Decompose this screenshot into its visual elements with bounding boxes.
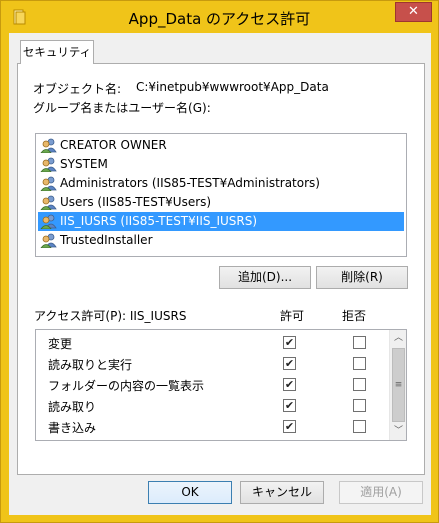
allow-checkbox[interactable]: ✔ bbox=[283, 357, 296, 370]
allow-checkbox[interactable]: ✔ bbox=[283, 420, 296, 433]
allow-checkbox[interactable]: ✔ bbox=[283, 399, 296, 412]
principal-item[interactable]: Administrators (IIS85-TEST¥Administrator… bbox=[38, 174, 404, 193]
principal-name: CREATOR OWNER bbox=[60, 138, 167, 152]
close-icon: ✕ bbox=[408, 4, 419, 19]
allow-column-header: 許可 bbox=[280, 309, 305, 323]
principal-item[interactable]: Users (IIS85-TEST¥Users) bbox=[38, 193, 404, 212]
remove-button[interactable]: 削除(R) bbox=[316, 266, 408, 289]
principal-list[interactable]: CREATOR OWNER SYSTEM Administrators (IIS85… bbox=[35, 133, 407, 257]
permission-name: 読み取りと実行 bbox=[48, 358, 133, 372]
permission-row: 読み取り ✔ bbox=[36, 395, 388, 416]
scroll-thumb[interactable]: ≡ bbox=[392, 348, 405, 422]
principal-item[interactable]: IIS_IUSRS (IIS85-TEST¥IIS_IUSRS) bbox=[38, 212, 404, 231]
permission-name: フォルダーの内容の一覧表示 bbox=[48, 379, 205, 393]
permission-row: 変更 ✔ bbox=[36, 332, 388, 353]
user-group-icon bbox=[40, 157, 58, 173]
user-group-icon bbox=[40, 195, 58, 211]
tab-security[interactable]: セキュリティ bbox=[20, 40, 94, 64]
permission-name: 書き込み bbox=[48, 421, 97, 435]
deny-checkbox[interactable] bbox=[353, 378, 366, 391]
deny-checkbox[interactable] bbox=[353, 420, 366, 433]
deny-checkbox[interactable] bbox=[353, 399, 366, 412]
principal-item[interactable]: CREATOR OWNER bbox=[38, 136, 404, 155]
deny-column-header: 拒否 bbox=[342, 309, 367, 323]
allow-checkbox[interactable]: ✔ bbox=[283, 336, 296, 349]
object-name-value: C:¥inetpub¥wwwroot¥App_Data bbox=[136, 80, 329, 94]
permission-scrollbar[interactable]: ︿ ≡ ﹀ bbox=[389, 330, 406, 440]
cancel-button[interactable]: キャンセル bbox=[240, 481, 324, 504]
principal-item[interactable]: TrustedInstaller bbox=[38, 231, 404, 250]
deny-checkbox[interactable] bbox=[353, 336, 366, 349]
permission-list: ︿ ≡ ﹀ 変更 ✔ 読み取りと実行 ✔ フォルダーの内容の一覧表示 ✔ 読み取り ✔ 書き込み… bbox=[35, 329, 407, 441]
dialog-body: セキュリティ オブジェクト名: C:¥inetpub¥wwwroot¥App_D… bbox=[9, 33, 431, 515]
permission-name: 読み取り bbox=[48, 400, 97, 414]
ok-button[interactable]: OK bbox=[148, 481, 232, 504]
group-or-user-label: グループ名またはユーザー名(G): bbox=[33, 101, 211, 115]
deny-checkbox[interactable] bbox=[353, 357, 366, 370]
scroll-down-icon[interactable]: ﹀ bbox=[390, 423, 407, 440]
scroll-up-icon[interactable]: ︿ bbox=[390, 330, 407, 347]
window-title: App_Data のアクセス許可 bbox=[128, 10, 311, 28]
permission-row: フォルダーの内容の一覧表示 ✔ bbox=[36, 374, 388, 395]
user-group-icon bbox=[40, 138, 58, 154]
close-button[interactable]: ✕ bbox=[395, 2, 432, 22]
principal-name: Users (IIS85-TEST¥Users) bbox=[60, 195, 212, 209]
add-button[interactable]: 追加(D)... bbox=[219, 266, 311, 289]
principal-name: Administrators (IIS85-TEST¥Administrator… bbox=[60, 176, 320, 190]
permission-row: 読み取りと実行 ✔ bbox=[36, 353, 388, 374]
allow-checkbox[interactable]: ✔ bbox=[283, 378, 296, 391]
user-group-icon bbox=[40, 214, 58, 230]
principal-item[interactable]: SYSTEM bbox=[38, 155, 404, 174]
user-group-icon bbox=[40, 233, 58, 249]
principal-name: SYSTEM bbox=[60, 157, 108, 171]
object-name-label: オブジェクト名: bbox=[33, 82, 122, 96]
apply-button[interactable]: 適用(A) bbox=[339, 481, 423, 504]
permissions-label: アクセス許可(P): IIS_IUSRS bbox=[34, 309, 187, 323]
permission-row: 書き込み ✔ bbox=[36, 416, 388, 437]
permission-name: 変更 bbox=[48, 337, 73, 351]
principal-name: TrustedInstaller bbox=[60, 233, 153, 247]
permissions-dialog: App_Data のアクセス許可 ✕ セキュリティ オブジェクト名: C:¥in… bbox=[0, 0, 439, 523]
user-group-icon bbox=[40, 176, 58, 192]
title-bar[interactable]: App_Data のアクセス許可 ✕ bbox=[1, 1, 438, 33]
principal-name: IIS_IUSRS (IIS85-TEST¥IIS_IUSRS) bbox=[60, 214, 258, 228]
